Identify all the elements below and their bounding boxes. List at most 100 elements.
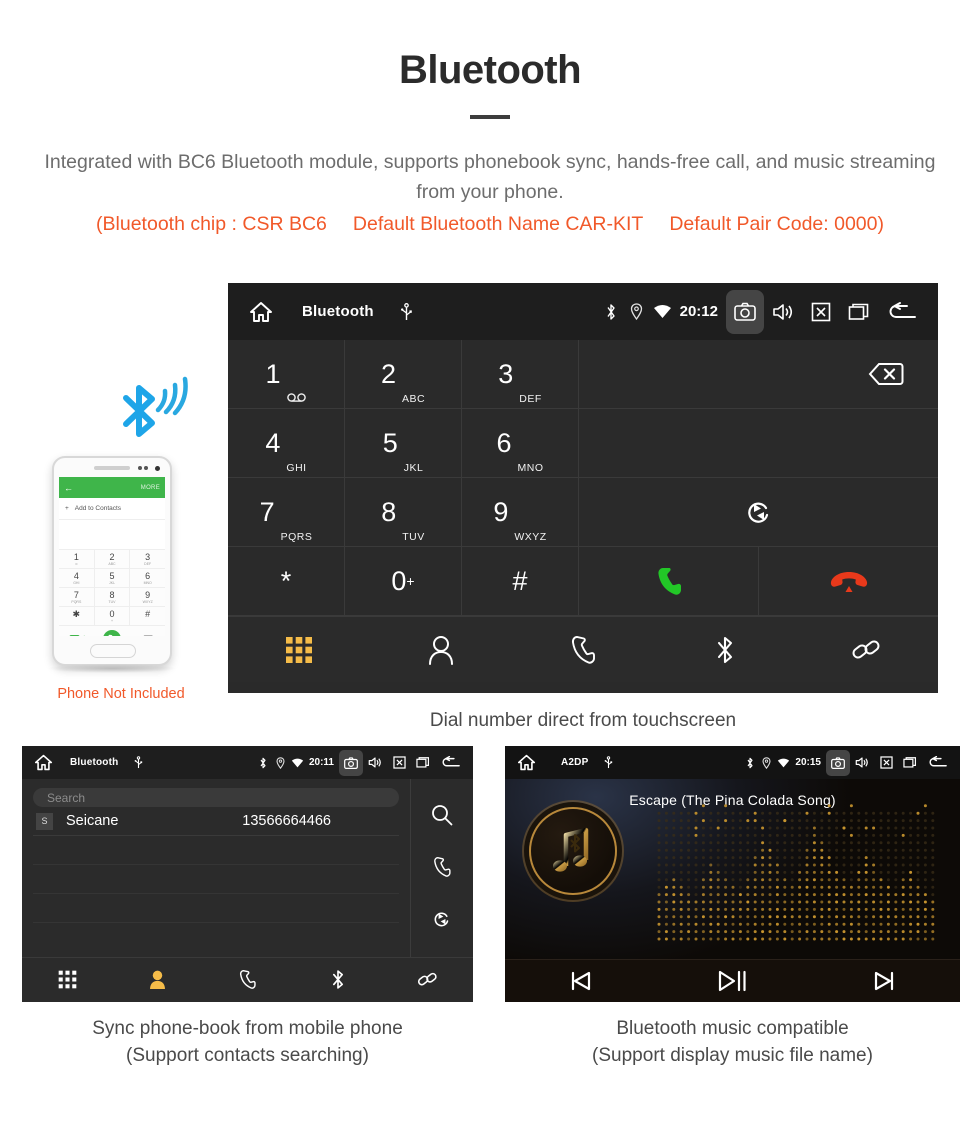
- nav-call-log[interactable]: [512, 635, 654, 665]
- phone-sensors: [138, 466, 148, 470]
- key-letters: GHI: [73, 581, 79, 585]
- phone-home-button[interactable]: [90, 644, 136, 658]
- play-pause-icon[interactable]: [657, 970, 809, 992]
- hangup-red-icon[interactable]: [758, 547, 938, 616]
- nav-dialpad[interactable]: [22, 970, 112, 989]
- phone-key-hash[interactable]: #: [130, 607, 165, 626]
- table-row[interactable]: S Seicane 13566664466: [33, 807, 399, 836]
- home-icon[interactable]: [32, 754, 54, 771]
- close-box-icon[interactable]: [387, 750, 411, 776]
- phone-not-included-note: Phone Not Included: [41, 686, 201, 702]
- nav-contacts[interactable]: [370, 635, 512, 665]
- key-letters: DEF: [144, 562, 151, 566]
- key-6[interactable]: 6 MNO: [462, 409, 579, 478]
- previous-track-icon[interactable]: [505, 971, 657, 991]
- phone-key-3[interactable]: 3 DEF: [130, 550, 165, 569]
- recent-apps-icon[interactable]: [411, 750, 435, 776]
- key-hash[interactable]: #: [462, 547, 579, 616]
- volume-icon[interactable]: [363, 750, 387, 776]
- back-arrow-icon[interactable]: [922, 750, 952, 776]
- key-digit: 2: [109, 552, 114, 562]
- nav-link[interactable]: [796, 635, 938, 665]
- backspace-icon[interactable]: [579, 340, 938, 409]
- key-letters: ABC: [402, 393, 425, 408]
- music-status-title: A2DP: [561, 757, 588, 768]
- camera-icon[interactable]: [339, 750, 363, 776]
- phone-key-1[interactable]: 1 ∞: [59, 550, 95, 569]
- nav-call-log[interactable]: [202, 969, 292, 990]
- phone-key-star[interactable]: ✱: [59, 607, 95, 626]
- phone-key-8[interactable]: 8 TUV: [95, 588, 131, 607]
- volume-icon[interactable]: [764, 290, 802, 334]
- back-arrow-icon[interactable]: ←: [64, 483, 73, 493]
- key-digit: 8: [381, 499, 396, 526]
- phone-more-label[interactable]: MORE: [141, 485, 160, 491]
- key-digit: 5: [109, 571, 114, 581]
- back-arrow-icon[interactable]: [435, 750, 465, 776]
- phone-key-2[interactable]: 2 ABC: [95, 550, 131, 569]
- sync-redial-icon[interactable]: [579, 478, 938, 547]
- phone-key-9[interactable]: 9 WXYZ: [130, 588, 165, 607]
- call-green-icon[interactable]: [579, 547, 758, 616]
- music-caption: Bluetooth music compatible (Support disp…: [505, 1015, 960, 1069]
- recent-apps-icon[interactable]: [898, 750, 922, 776]
- phone-call-button[interactable]: [94, 630, 129, 636]
- video-call-icon[interactable]: [59, 634, 94, 636]
- recent-apps-icon[interactable]: [840, 290, 878, 334]
- keypad-empty-area: [579, 409, 938, 478]
- key-8[interactable]: 8 TUV: [345, 478, 462, 547]
- close-box-icon[interactable]: [802, 290, 840, 334]
- key-1[interactable]: 1: [228, 340, 345, 409]
- phone-keypad: 1 ∞ 2 ABC 3 DEF 4 GHI 5 JKL 6 MNO 7 PQRS 8 TUV 9 WXYZ ✱…: [59, 550, 165, 636]
- spec-name: Default Bluetooth Name CAR-KIT: [353, 213, 643, 236]
- key-letters: JKL: [404, 462, 424, 477]
- back-arrow-icon[interactable]: [878, 290, 924, 334]
- phone-key-5[interactable]: 5 JKL: [95, 569, 131, 588]
- music-status-bar: A2DP 20:15: [505, 746, 960, 779]
- call-log-icon[interactable]: [432, 856, 452, 883]
- key-3[interactable]: 3 DEF: [462, 340, 579, 409]
- close-box-icon[interactable]: [874, 750, 898, 776]
- wifi-icon: [775, 758, 792, 768]
- key-letters: MNO: [144, 581, 152, 585]
- nav-bluetooth[interactable]: [654, 635, 796, 665]
- volume-icon[interactable]: [850, 750, 874, 776]
- key-star[interactable]: *: [228, 547, 345, 616]
- key-digit: 3: [498, 361, 513, 388]
- home-icon[interactable]: [515, 754, 537, 771]
- camera-icon[interactable]: [726, 290, 764, 334]
- phone-key-4[interactable]: 4 GHI: [59, 569, 95, 588]
- home-icon[interactable]: [244, 301, 278, 323]
- phone-key-0[interactable]: 0 +: [95, 607, 131, 626]
- key-digit: 0: [391, 568, 406, 595]
- backspace-icon[interactable]: [130, 635, 165, 637]
- phone-key-6[interactable]: 6 MNO: [130, 569, 165, 588]
- camera-icon[interactable]: [826, 750, 850, 776]
- search-icon[interactable]: [431, 804, 453, 831]
- nav-contacts[interactable]: [112, 969, 202, 990]
- nav-bluetooth[interactable]: [293, 969, 383, 990]
- key-9[interactable]: 9 WXYZ: [462, 478, 579, 547]
- key-0[interactable]: 0 +: [345, 547, 462, 616]
- page-description: Integrated with BC6 Bluetooth module, su…: [0, 147, 980, 207]
- phone-add-contact-row[interactable]: + Add to Contacts: [59, 498, 165, 520]
- contact-initial: S: [36, 813, 53, 830]
- table-row: [33, 865, 399, 894]
- phone-screen: ← MORE + Add to Contacts 1 ∞ 2 ABC 3 DEF 4 GHI…: [59, 477, 165, 636]
- key-2[interactable]: 2 ABC: [345, 340, 462, 409]
- key-4[interactable]: 4 GHI: [228, 409, 345, 478]
- next-track-icon[interactable]: [808, 971, 960, 991]
- dialer-status-title: Bluetooth: [302, 303, 374, 320]
- key-5[interactable]: 5 JKL: [345, 409, 462, 478]
- key-letters: TUV: [402, 531, 425, 546]
- key-letters: PQRS: [71, 600, 81, 604]
- sync-icon[interactable]: [431, 908, 453, 935]
- phone-key-7[interactable]: 7 PQRS: [59, 588, 95, 607]
- nav-dialpad[interactable]: [228, 636, 370, 664]
- nav-link[interactable]: [383, 969, 473, 990]
- key-digit: 9: [145, 590, 150, 600]
- key-7[interactable]: 7 PQRS: [228, 478, 345, 547]
- key-digit: *: [281, 568, 292, 595]
- location-icon: [758, 757, 775, 769]
- search-input[interactable]: Search: [33, 788, 399, 807]
